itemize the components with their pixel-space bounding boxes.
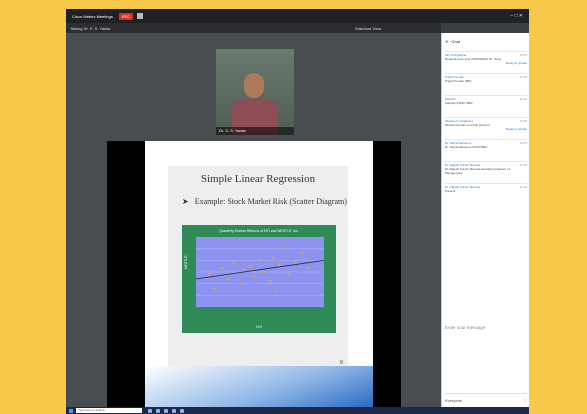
data-point <box>233 261 236 264</box>
app-icon[interactable] <box>180 408 184 413</box>
taskbar-apps <box>148 408 184 413</box>
slide-bullet: ➤ Example: Stock Market Risk (Scatter Dia… <box>182 197 347 206</box>
meeting-info-bar: Talking Dr. S. S. Yadav Standard View <box>66 23 441 33</box>
app-brand[interactable]: Cisco Webex Meetings <box>72 14 113 19</box>
data-point <box>239 282 242 285</box>
chat-message[interactable]: 10:05 Prachi Kumari Prachi Kumari, BBA <box>445 73 527 95</box>
data-point <box>207 273 210 276</box>
message-text: Present <box>445 189 456 193</box>
data-point <box>271 257 274 259</box>
chart-x-label: NYI <box>256 325 262 329</box>
chat-message[interactable]: 10:02 Me to Organizer Regards to be sent… <box>445 51 527 73</box>
send-to-bar: Everyone ⋮ <box>445 393 527 406</box>
participant-name: Dr. S. S. Yadav <box>216 127 294 135</box>
screen: Cisco Webex Meetings REC – □ ✕ Talking D… <box>66 9 529 414</box>
data-point <box>275 289 277 292</box>
message-time: 10:02 <box>519 53 527 57</box>
app-icon[interactable] <box>148 408 152 413</box>
reply-link[interactable]: Reply to private <box>445 61 527 65</box>
main-stage: Dr. S. S. Yadav Simple Linear Regression… <box>66 33 441 414</box>
window-controls[interactable]: – □ ✕ <box>510 13 523 19</box>
taskbar: Type here to search <box>66 407 529 414</box>
data-point <box>252 275 255 278</box>
message-text: Prachi Kumari, BBA <box>445 79 472 83</box>
taskbar-search[interactable]: Type here to search <box>76 408 142 413</box>
meeting-title: Talking Dr. S. S. Yadav <box>70 25 111 31</box>
more-options-icon[interactable]: ⋮ <box>523 398 527 403</box>
close-icon[interactable]: ✕ <box>445 39 448 44</box>
slide-content: Simple Linear Regression ➤ Example: Stock… <box>168 166 348 376</box>
video-tile[interactable]: Dr. S. S. Yadav <box>216 49 294 135</box>
chart-title: Quarterly Excess Returns of NYI and NEST… <box>219 229 299 233</box>
data-point <box>227 278 229 280</box>
app-icon[interactable] <box>164 408 168 413</box>
layout-button[interactable]: Standard View <box>355 26 381 31</box>
message-time: 10:08 <box>519 119 527 123</box>
chat-message[interactable]: 10:06 Kanishk Kanishk 24616, BBA <box>445 95 527 117</box>
participant-head <box>244 73 264 98</box>
data-point <box>294 260 297 263</box>
message-text: Kanishk 24616, BBA <box>445 101 473 105</box>
message-text: Dr. Rajesh Kumar Sharma Assistant profes… <box>445 167 510 175</box>
chat-message[interactable]: 10:08 Muskan to Organizer Muskan Kumari … <box>445 117 527 139</box>
data-point <box>243 268 245 271</box>
recording-badge[interactable]: REC <box>118 12 134 20</box>
chat-message[interactable]: 10:15 Dr. Rajesh Kumar Sharma Dr. Rajesh… <box>445 161 527 183</box>
message-time: 10:06 <box>519 97 527 101</box>
message-text: Dr. Sapna Mousumi 24153 BBA <box>445 145 488 149</box>
data-point <box>278 264 281 266</box>
scatter-chart: Quarterly Excess Returns of NYI and NEST… <box>182 225 336 333</box>
chat-title: Chat <box>451 39 460 44</box>
data-point <box>220 267 223 270</box>
chat-message[interactable]: 10:18 Dr. Rajesh Kumar Sharma Present <box>445 183 527 205</box>
slide-title: Simple Linear Regression <box>200 173 316 185</box>
chat-input[interactable]: Enter your message <box>445 325 485 330</box>
app-icon[interactable] <box>156 408 160 413</box>
app-icon[interactable] <box>172 408 176 413</box>
data-point <box>281 247 284 250</box>
message-time: 10:15 <box>519 163 527 167</box>
data-point <box>307 266 309 269</box>
grid-icon[interactable] <box>137 13 144 19</box>
shared-screen: Simple Linear Regression ➤ Example: Stock… <box>107 141 401 414</box>
chat-message[interactable]: 10:12 Dr. Sapna Mousumi Dr. Sapna Mousum… <box>445 139 527 161</box>
data-point <box>262 271 265 273</box>
message-time: 10:05 <box>519 75 527 79</box>
presentation-slide: Simple Linear Regression ➤ Example: Stock… <box>145 141 373 414</box>
plot-area <box>196 237 324 307</box>
reply-link[interactable]: Reply to private <box>445 127 527 131</box>
message-time: 10:12 <box>519 141 527 145</box>
bullet-arrow-icon: ➤ <box>182 197 189 206</box>
data-point <box>268 280 271 283</box>
data-point <box>300 252 303 255</box>
chat-panel: ✕ Chat 10:02 Me to Organizer Regards to … <box>441 33 529 414</box>
bullet-text: Example: Stock Market Risk (Scatter Diag… <box>194 197 347 206</box>
data-point <box>259 259 261 262</box>
windows-start-icon[interactable] <box>69 408 73 413</box>
data-point <box>287 273 290 276</box>
top-bar: Cisco Webex Meetings REC – □ ✕ <box>66 9 529 23</box>
message-time: 10:18 <box>519 185 527 189</box>
data-point <box>249 265 252 268</box>
chat-header: ✕ Chat <box>445 39 460 44</box>
send-to-select[interactable]: Everyone <box>445 398 462 403</box>
data-point <box>214 287 217 290</box>
chart-y-label: NESTLE <box>184 255 188 269</box>
chat-messages: 10:02 Me to Organizer Regards to be sent… <box>445 51 527 205</box>
